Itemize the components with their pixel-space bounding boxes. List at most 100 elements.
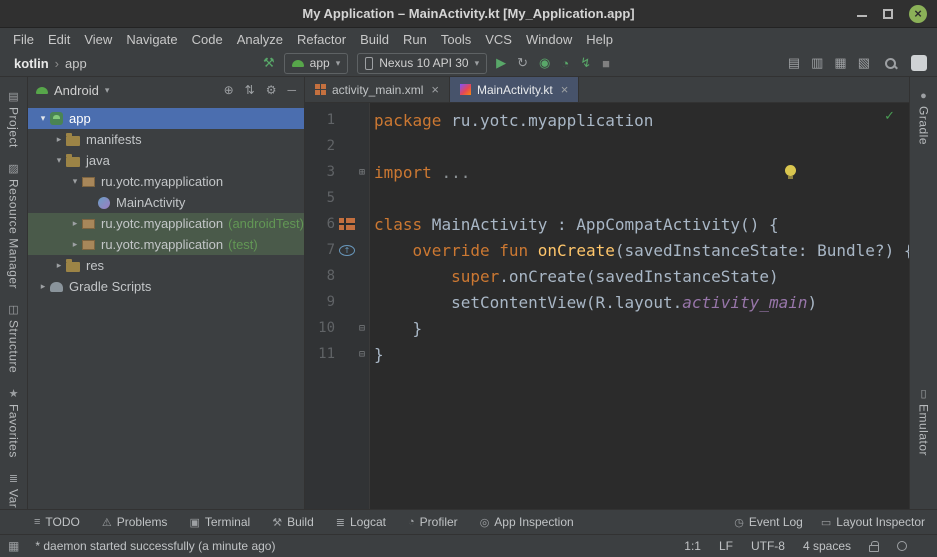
menu-file[interactable]: File xyxy=(6,32,41,47)
line-number: 10 xyxy=(305,320,339,336)
tree-toggle-arrow[interactable]: ▸ xyxy=(36,281,50,292)
intention-bulb-icon[interactable] xyxy=(785,165,796,176)
line-number: 3 xyxy=(305,164,339,180)
tree-item-app[interactable]: ▾app xyxy=(28,108,304,129)
tab-mainactivity-kt[interactable]: MainActivity.kt× xyxy=(450,77,579,102)
toolwindow-layout-inspector[interactable]: ▭Layout Inspector xyxy=(821,515,925,529)
notifications-icon[interactable] xyxy=(897,541,907,551)
run-icon[interactable]: ▶ xyxy=(496,55,506,71)
menu-window[interactable]: Window xyxy=(519,32,579,47)
toolwindow-profiler[interactable]: ◔Profiler xyxy=(408,515,458,529)
breadcrumb-module[interactable]: kotlin xyxy=(14,56,49,71)
toolwindow-problems[interactable]: ⚠Problems xyxy=(102,515,168,529)
menu-vcs[interactable]: VCS xyxy=(478,32,519,47)
close-icon[interactable]: × xyxy=(431,82,439,97)
toolwindow-todo[interactable]: ≡TODO xyxy=(34,515,80,529)
toolwindow-app-inspection[interactable]: ◎App Inspection xyxy=(480,515,574,529)
project-view-select[interactable]: Android xyxy=(54,83,99,98)
sdk-manager-icon[interactable]: ▦ xyxy=(834,55,846,71)
fold-marker[interactable]: ⊞ xyxy=(355,167,369,178)
avd-manager-icon[interactable]: ▥ xyxy=(811,55,823,71)
minimize-button[interactable] xyxy=(857,11,867,17)
device-manager-icon[interactable]: ▤ xyxy=(788,55,800,71)
breadcrumb-leaf[interactable]: app xyxy=(65,56,87,71)
hide-panel-icon[interactable]: ─ xyxy=(287,83,296,97)
collapse-all-icon[interactable]: ⇅ xyxy=(245,83,255,97)
related-file-icon[interactable] xyxy=(339,218,355,230)
tree-toggle-arrow[interactable]: ▸ xyxy=(68,239,82,250)
profiler-icon[interactable]: ◔ xyxy=(561,56,569,71)
unlock-icon[interactable] xyxy=(869,545,879,552)
menu-analyze[interactable]: Analyze xyxy=(230,32,290,47)
fold-marker[interactable]: ⊟ xyxy=(355,323,369,334)
toolwindow-build[interactable]: ⚒Build xyxy=(272,515,314,529)
menu-run[interactable]: Run xyxy=(396,32,434,47)
tree-item-manifests[interactable]: ▸manifests xyxy=(28,129,304,150)
android-studio-window: My Application – MainActivity.kt [My_App… xyxy=(0,0,937,557)
maximize-button[interactable] xyxy=(883,9,893,19)
folder-icon xyxy=(66,136,80,146)
device-select[interactable]: Nexus 10 API 30 ▾ xyxy=(357,53,487,74)
tool-window-buttons-right: ◷Event Log ▭Layout Inspector xyxy=(734,515,925,529)
fold-marker[interactable]: ⊟ xyxy=(355,349,369,360)
tree-toggle-arrow[interactable]: ▾ xyxy=(36,113,50,124)
stripe-favorites[interactable]: ★Favorites xyxy=(7,380,21,465)
stripe-project[interactable]: ▤Project xyxy=(7,83,21,155)
tree-item-gradle-scripts[interactable]: ▸Gradle Scripts xyxy=(28,276,304,297)
menu-refactor[interactable]: Refactor xyxy=(290,32,353,47)
tree-item-ru-yotc-myapplication-androidtest[interactable]: ▸ru.yotc.myapplication(androidTest) xyxy=(28,213,304,234)
status-message[interactable]: * daemon started successfully (a minute … xyxy=(35,539,275,553)
tree-item-res[interactable]: ▸res xyxy=(28,255,304,276)
tree-toggle-arrow[interactable]: ▾ xyxy=(52,155,66,166)
tree-toggle-arrow[interactable]: ▾ xyxy=(68,176,82,187)
line-separator[interactable]: LF xyxy=(719,539,733,553)
menu-build[interactable]: Build xyxy=(353,32,396,47)
indent-setting[interactable]: 4 spaces xyxy=(803,539,851,553)
titlebar: My Application – MainActivity.kt [My_App… xyxy=(0,0,937,28)
tree-item-ru-yotc-myapplication[interactable]: ▾ru.yotc.myapplication xyxy=(28,171,304,192)
tab-activity-main-xml[interactable]: activity_main.xml× xyxy=(305,77,450,102)
menu-tools[interactable]: Tools xyxy=(434,32,478,47)
chevron-down-icon: ▾ xyxy=(336,58,341,69)
code-area[interactable]: 1package ru.yotc.myapplication23⊞import … xyxy=(305,103,909,509)
tree-toggle-arrow[interactable]: ▸ xyxy=(52,260,66,271)
main-area: ▤Project▨Resource Manager◫Structure★Favo… xyxy=(0,77,937,509)
tree-toggle-arrow[interactable]: ▸ xyxy=(68,218,82,229)
stripe-gradle[interactable]: ●Gradle xyxy=(917,83,931,152)
search-icon[interactable] xyxy=(884,57,897,70)
version-control-icon[interactable]: ▧ xyxy=(858,55,870,71)
file-encoding[interactable]: UTF-8 xyxy=(751,539,785,553)
stripe-emulator[interactable]: ▯Emulator xyxy=(917,380,931,463)
debug-icon[interactable]: ◉ xyxy=(539,55,550,71)
menu-edit[interactable]: Edit xyxy=(41,32,77,47)
close-icon[interactable]: × xyxy=(561,82,569,97)
apply-code-changes-icon[interactable]: ↯ xyxy=(580,55,591,71)
run-configuration-select[interactable]: app ▾ xyxy=(284,53,349,74)
stop-icon[interactable]: ■ xyxy=(602,56,610,71)
locate-file-icon[interactable]: ⊕ xyxy=(224,83,234,97)
toolwindow-terminal[interactable]: ▣Terminal xyxy=(189,515,250,529)
build-hammer-icon[interactable]: ⚒ xyxy=(263,55,275,71)
close-button[interactable]: × xyxy=(909,5,927,23)
tree-item-mainactivity[interactable]: MainActivity xyxy=(28,192,304,213)
menu-view[interactable]: View xyxy=(77,32,119,47)
tree-toggle-arrow[interactable]: ▸ xyxy=(52,134,66,145)
override-method-icon[interactable] xyxy=(339,245,355,256)
settings-icon[interactable]: ⚙ xyxy=(266,83,277,97)
menu-navigate[interactable]: Navigate xyxy=(119,32,184,47)
tree-item-ru-yotc-myapplication-test[interactable]: ▸ru.yotc.myapplication(test) xyxy=(28,234,304,255)
toolwindow-event-log[interactable]: ◷Event Log xyxy=(734,515,803,529)
editor: activity_main.xml×MainActivity.kt× 1pack… xyxy=(305,77,909,509)
tree-item-java[interactable]: ▾java xyxy=(28,150,304,171)
breadcrumb: kotlin › app xyxy=(14,56,87,71)
stripe-resource-manager[interactable]: ▨Resource Manager xyxy=(7,155,21,296)
menu-code[interactable]: Code xyxy=(185,32,230,47)
apply-changes-icon[interactable]: ↻ xyxy=(517,55,528,71)
caret-position[interactable]: 1:1 xyxy=(684,539,701,553)
tool-windows-icon[interactable]: ▦ xyxy=(8,539,19,553)
structure-icon: ◫ xyxy=(8,303,18,316)
menu-help[interactable]: Help xyxy=(579,32,620,47)
avatar[interactable] xyxy=(911,55,927,71)
stripe-structure[interactable]: ◫Structure xyxy=(7,296,21,380)
toolwindow-logcat[interactable]: ≣Logcat xyxy=(336,515,386,529)
